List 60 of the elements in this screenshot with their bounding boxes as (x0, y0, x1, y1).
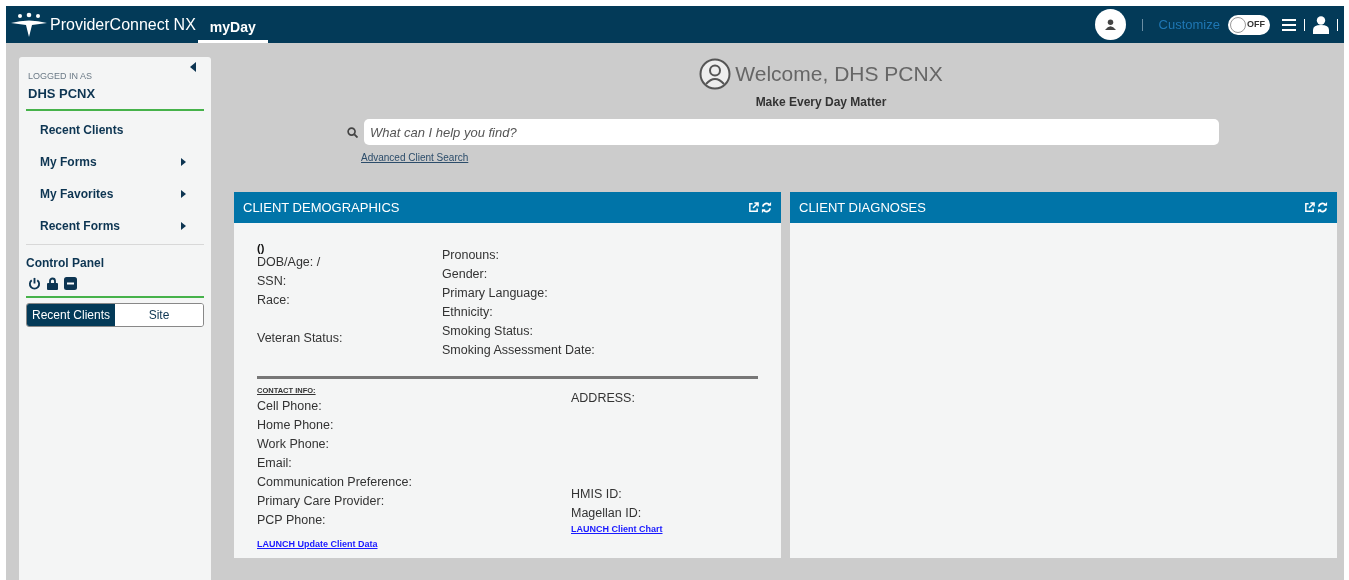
user-name: DHS PCNX (26, 83, 204, 111)
launch-link[interactable]: LAUNCH Update Client Data (257, 539, 378, 549)
field-label: PCP Phone: (257, 512, 327, 529)
advanced-search-link[interactable]: Advanced Client Search (361, 150, 469, 165)
sidebar-item[interactable]: My Forms (26, 146, 204, 178)
field-label: Home Phone: (257, 417, 335, 434)
field-label: Ethnicity: (442, 304, 494, 321)
field-label: Smoking Assessment Date: (442, 342, 595, 359)
field-label: Work Phone: (257, 436, 331, 453)
field-label: Magellan ID: (571, 505, 643, 522)
external-link-icon[interactable] (748, 202, 759, 213)
client-name: () (257, 241, 266, 253)
brand-name: ProviderConnect NX (50, 14, 196, 35)
field-label: Cell Phone: (257, 398, 323, 415)
field-label: Veteran Status: (257, 330, 344, 347)
launch-link[interactable]: LAUNCH Client Chart (571, 523, 663, 537)
control-panel-label: Control Panel (26, 255, 105, 272)
panel-title: CLIENT DIAGNOSES (799, 198, 926, 217)
collapse-icon[interactable] (190, 62, 196, 72)
segment-tab[interactable]: Recent Clients (27, 304, 115, 326)
lock-icon[interactable] (47, 277, 58, 290)
avatar-button[interactable] (1094, 9, 1126, 40)
caret-right-icon (181, 158, 186, 166)
field-label: Race: (257, 292, 291, 309)
external-link-icon[interactable] (1304, 202, 1315, 213)
field-label: DOB/Age: / (257, 254, 322, 271)
field-label: Gender: (442, 266, 489, 283)
logo-icon (10, 11, 48, 38)
field-label: Primary Care Provider: (257, 493, 386, 510)
search-field[interactable]: What can I help you find? (364, 119, 1219, 145)
sidebar-item[interactable]: My Favorites (26, 178, 204, 210)
field-label: Pronouns: (442, 247, 500, 264)
search-icon (347, 126, 358, 138)
field-label: Smoking Status: (442, 323, 534, 340)
field-label: Email: (257, 455, 293, 472)
sidebar-item[interactable]: Recent Forms (26, 210, 204, 242)
customize-toggle[interactable]: OFF (1228, 14, 1270, 35)
minus-square-icon[interactable] (64, 277, 77, 290)
nav-tab[interactable]: myDay (197, 7, 268, 43)
logged-in-label: LOGGED IN AS (27, 70, 94, 83)
user-icon[interactable] (1313, 15, 1329, 34)
field-label: Communication Preference: (257, 474, 413, 491)
user-circle-icon (699, 58, 732, 90)
power-icon[interactable] (28, 277, 41, 290)
refresh-icon[interactable] (761, 202, 772, 213)
customize-label: Customize (1158, 15, 1220, 34)
field-label: ADDRESS: (571, 390, 636, 407)
field-label: Primary Language: (442, 285, 549, 302)
menu-icon[interactable] (1282, 18, 1296, 31)
sidebar-item[interactable]: Recent Clients (26, 114, 204, 146)
welcome-subtitle: Make Every Day Matter (755, 94, 887, 111)
field-label: HMIS ID: (571, 486, 623, 503)
caret-right-icon (181, 190, 186, 198)
panel-title: CLIENT DEMOGRAPHICS (243, 198, 400, 217)
caret-right-icon (181, 222, 186, 230)
segment-tab[interactable]: Site (115, 304, 203, 326)
user-icon (1104, 19, 1116, 30)
refresh-icon[interactable] (1317, 202, 1328, 213)
welcome-title: Welcome, DHS PCNX (735, 61, 943, 88)
field-label: SSN: (257, 273, 288, 290)
